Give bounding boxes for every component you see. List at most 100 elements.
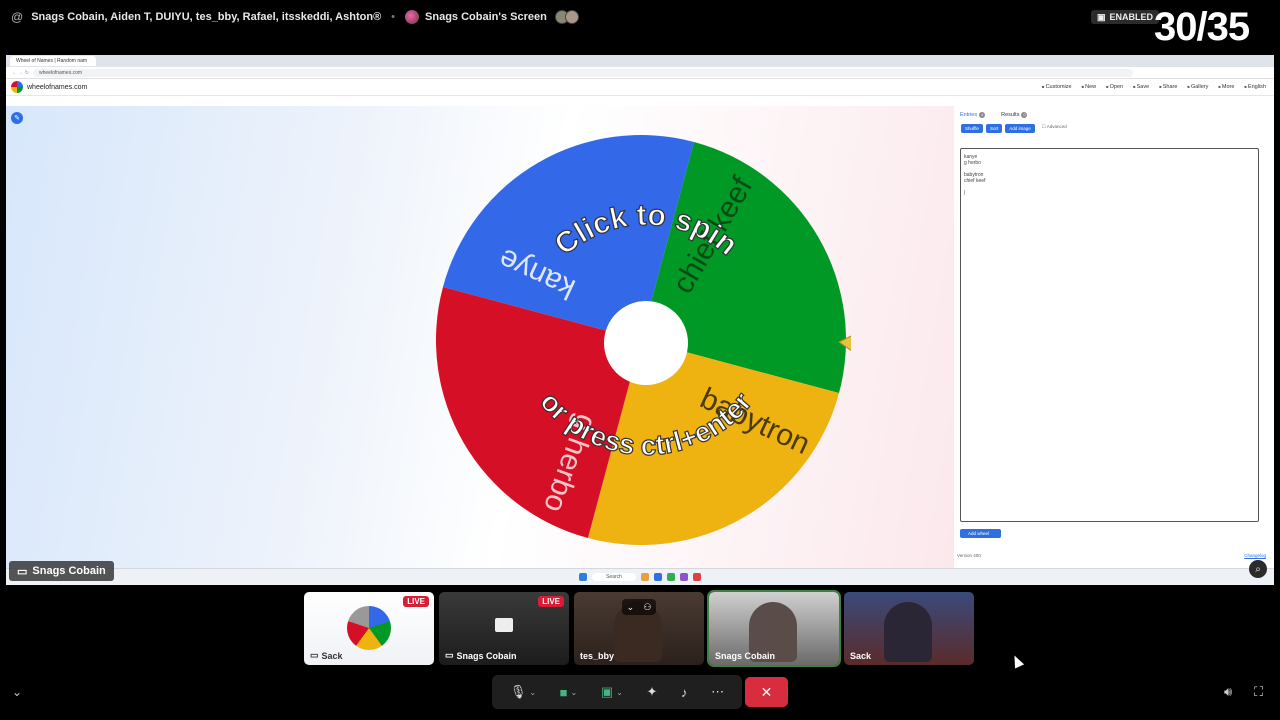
shared-screen[interactable]: Wheel of Names | Random nam ← → ↻ wheelo… (6, 55, 1274, 585)
browser-address-bar: ← → ↻ wheelofnames.com (6, 67, 1274, 79)
browser-nav-icons[interactable]: ← → ↻ (12, 70, 29, 76)
windows-taskbar: Search (6, 568, 1274, 585)
screen-icon: ▣ (1097, 11, 1106, 22)
browser-tab[interactable]: Wheel of Names | Random nam (10, 56, 96, 66)
taskbar-app-icon[interactable] (692, 573, 701, 581)
tab-entries[interactable]: Entries 4 (960, 112, 986, 118)
live-badge: LIVE (538, 596, 564, 607)
entries-textarea[interactable]: kanye g herbo babytron chief keef | (960, 148, 1259, 522)
taskbar-app-icon[interactable] (666, 573, 675, 581)
changelog-link[interactable]: Changelog (1244, 553, 1266, 558)
site-logo-icon (11, 81, 23, 93)
live-badge: LIVE (403, 596, 429, 607)
panel-toolbar: Shuffle Sort Add image ☐ Advanced (954, 118, 1274, 133)
viewer-avatar[interactable] (564, 10, 579, 24)
discord-stream-view: @ Snags Cobain, Aiden T, DUIYU, tes_bby,… (0, 0, 1280, 720)
chevron-down-icon[interactable]: ⌄ (12, 685, 22, 699)
microphone-button[interactable]: 🎙︎ ⌄ (510, 684, 536, 700)
pencil-icon[interactable]: ✎ (11, 112, 23, 124)
overlay-counter: 30/35 (1154, 5, 1250, 49)
separator-dot: • (391, 11, 396, 23)
chevron-down-icon[interactable]: ⌄ (529, 688, 536, 697)
activities-icon: ✦ (646, 684, 658, 699)
wheel-area: ✎ kanye chief keef babytron g herbo Clic… (6, 106, 956, 568)
panel-tabs: Entries 4 Results 0 (954, 106, 1274, 118)
gallery-button[interactable]: Gallery (1187, 84, 1208, 90)
chevron-down-icon[interactable]: ⌄ (616, 688, 623, 697)
tile-hover-controls[interactable]: ⌄ ⚇ (622, 599, 656, 615)
add-image-button[interactable]: Add image (1005, 124, 1035, 133)
site-header: wheelofnames.com Customize New Open Save… (6, 79, 1274, 96)
version-label: Version 400 (957, 553, 981, 558)
participant-name: ▭ Sack (310, 650, 343, 661)
zoom-icon[interactable]: ⌕ (1249, 560, 1267, 578)
tab-results[interactable]: Results 0 (1001, 112, 1028, 118)
start-icon[interactable] (579, 573, 588, 581)
microphone-icon: 🎙︎ (509, 684, 527, 699)
activities-button[interactable]: ✦ (646, 684, 657, 700)
participant-list[interactable]: Snags Cobain, Aiden T, DUIYU, tes_bby, R… (31, 11, 381, 23)
screen-share-button[interactable]: ▣ ⌄ (601, 684, 623, 700)
participant-name: Snags Cobain (715, 651, 776, 661)
participant-name: ▭ Snags Cobain (445, 650, 517, 661)
taskbar-app-icon[interactable] (640, 573, 649, 581)
voice-channel-header: @ Snags Cobain, Aiden T, DUIYU, tes_bby,… (0, 0, 1280, 34)
participant-tile[interactable]: Snags Cobain (707, 590, 841, 667)
at-icon: @ (11, 10, 24, 24)
camera-icon: ■ (559, 684, 568, 700)
entry-line: chief keef (964, 178, 986, 184)
volume-icon[interactable]: 🔊︎ (1224, 684, 1232, 700)
enabled-label: ENABLED (1109, 12, 1154, 22)
camera-button[interactable]: ■ ⌄ (560, 685, 578, 700)
stream-preview-wheel (347, 606, 391, 650)
webcam-video (884, 602, 932, 662)
participant-tile[interactable]: ⌄ ⚇ tes_bby (574, 592, 704, 665)
open-button[interactable]: Open (1106, 84, 1123, 90)
url-field[interactable]: wheelofnames.com (32, 68, 1133, 77)
screen-share-icon: ▣ (600, 684, 614, 699)
site-action-menu: Customize New Open Save Share Gallery Mo… (1042, 84, 1274, 90)
fullscreen-icon[interactable]: ⛶ (1254, 684, 1263, 700)
ellipsis-icon: ⋯ (711, 684, 725, 699)
participant-tile[interactable]: LIVE ▭ Sack (304, 592, 434, 665)
participant-tile[interactable]: Sack (844, 592, 974, 665)
spin-wheel[interactable]: kanye chief keef babytron g herbo Click … (431, 130, 851, 550)
presenter-label: ▭ Snags Cobain (9, 561, 114, 581)
more-options-button[interactable]: ⋯ (711, 684, 724, 700)
text-caret: | (964, 190, 966, 196)
screen-preview (495, 618, 513, 632)
taskbar-app-icon[interactable] (653, 573, 662, 581)
chevron-down-icon[interactable]: ⌄ (627, 602, 635, 613)
new-button[interactable]: New (1082, 84, 1096, 90)
leave-call-button[interactable]: ✕ (745, 677, 788, 707)
participant-tiles: LIVE ▭ Sack LIVE ▭ Snags Cobain ⌄ ⚇ tes_b… (304, 590, 974, 667)
taskbar-app-icon[interactable] (679, 573, 688, 581)
sort-button[interactable]: Sort (985, 124, 1003, 133)
participant-name: tes_bby (580, 651, 615, 661)
participant-tile[interactable]: LIVE ▭ Snags Cobain (439, 592, 569, 665)
stream-title: Snags Cobain's Screen (425, 11, 547, 23)
taskbar-search[interactable]: Search (592, 573, 636, 581)
screen-share-icon: ▭ (17, 565, 28, 578)
soundboard-button[interactable]: ♪ (681, 685, 688, 700)
share-button[interactable]: Share (1159, 84, 1178, 90)
customize-button[interactable]: Customize (1042, 84, 1072, 90)
stop-stream-icon: ✕ (760, 683, 773, 700)
mouse-cursor-icon (1009, 653, 1025, 669)
participant-name: Sack (850, 651, 872, 661)
save-button[interactable]: Save (1133, 84, 1150, 90)
soundboard-icon: ♪ (681, 684, 688, 700)
presenter-name: Snags Cobain (32, 565, 106, 577)
shuffle-button[interactable]: Shuffle (961, 124, 983, 133)
entries-panel: Entries 4 Results 0 Shuffle Sort Add image… (954, 106, 1274, 568)
browser-tab-strip: Wheel of Names | Random nam (6, 55, 1274, 67)
add-wheel-button[interactable]: Add wheel (960, 529, 1002, 538)
chevron-down-icon[interactable]: ⌄ (571, 688, 578, 697)
site-name[interactable]: wheelofnames.com (27, 84, 87, 91)
enabled-badge: ▣ ENABLED (1091, 10, 1160, 24)
advanced-checkbox[interactable]: ☐ Advanced (1042, 124, 1067, 133)
more-button[interactable]: More (1218, 84, 1235, 90)
add-friend-icon[interactable]: ⚇ (643, 602, 651, 613)
wheel-center (604, 301, 688, 385)
language-button[interactable]: English (1244, 84, 1266, 90)
